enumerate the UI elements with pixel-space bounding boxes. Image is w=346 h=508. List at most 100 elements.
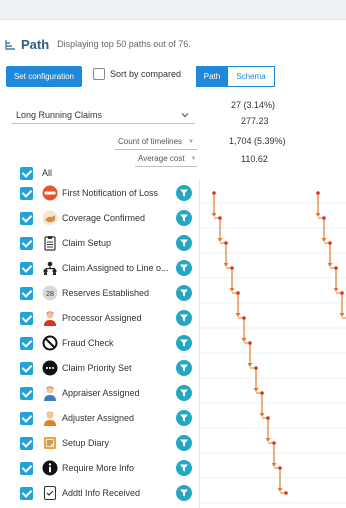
fnol-icon [42, 185, 58, 201]
step-checkbox[interactable] [20, 386, 33, 400]
step-checkbox[interactable] [20, 411, 33, 425]
step-label-all: All [42, 168, 53, 178]
caret-down-icon: ▼ [190, 155, 197, 162]
no-entry-icon [42, 335, 58, 351]
count-of-timelines-value: 1,704 (5.39%) [229, 136, 286, 146]
step-row-reserves-established[interactable]: 28 Reserves Established [20, 284, 149, 302]
filter-funnel-icon[interactable] [176, 410, 192, 426]
path-header: Path Displaying top 50 paths out of 76. [4, 33, 191, 55]
path-node[interactable] [328, 241, 332, 245]
tab-schema[interactable]: Schema [228, 66, 275, 87]
path-node[interactable] [278, 466, 282, 470]
path-arrowhead [247, 363, 253, 367]
filter-funnel-icon[interactable] [176, 260, 192, 276]
filter-funnel-icon[interactable] [176, 385, 192, 401]
path-node[interactable] [266, 416, 270, 420]
step-row-claim-priority-set[interactable]: Claim Priority Set [20, 359, 132, 377]
average-cost-label: Average cost [138, 154, 185, 163]
step-label: Require More Info [62, 463, 135, 473]
filter-funnel-icon[interactable] [176, 335, 192, 351]
step-row-fraud-check[interactable]: Fraud Check [20, 334, 114, 352]
filter-funnel-icon[interactable] [176, 235, 192, 251]
step-row-appraiser-assigned[interactable]: Appraiser Assigned [20, 384, 140, 402]
step-label: Setup Diary [62, 438, 110, 448]
person-red-icon [42, 310, 58, 326]
path-node[interactable] [212, 191, 216, 195]
select-all-checkbox[interactable] [20, 166, 33, 180]
path-node[interactable] [340, 291, 344, 295]
step-row-adjuster-assigned[interactable]: Adjuster Assigned [20, 409, 134, 427]
step-checkbox[interactable] [20, 211, 33, 225]
step-row-first-notification[interactable]: First Notification of Loss [20, 184, 158, 202]
priority-dots-icon [42, 360, 58, 376]
path-node[interactable] [236, 291, 240, 295]
page-subtitle: Displaying top 50 paths out of 76. [57, 39, 191, 49]
step-checkbox[interactable] [20, 461, 33, 475]
step-label: Appraiser Assigned [62, 388, 140, 398]
step-row-processor-assigned[interactable]: Processor Assigned [20, 309, 142, 327]
step-row-claim-assigned[interactable]: Claim Assigned to Line o... [20, 259, 169, 277]
path-node[interactable] [230, 266, 234, 270]
step-checkbox[interactable] [20, 236, 33, 250]
step-checkbox[interactable] [20, 336, 33, 350]
path-node[interactable] [218, 216, 222, 220]
step-checkbox[interactable] [20, 311, 33, 325]
filter-funnel-icon[interactable] [176, 460, 192, 476]
step-checkbox[interactable] [20, 361, 33, 375]
path-node[interactable] [322, 216, 326, 220]
page-title: Path [21, 36, 50, 52]
path-node[interactable] [248, 341, 252, 345]
filter-funnel-icon[interactable] [176, 485, 192, 501]
path-node[interactable] [272, 441, 276, 445]
step-checkbox[interactable] [20, 486, 33, 500]
filter-funnel-icon[interactable] [176, 185, 192, 201]
step-row-claim-setup[interactable]: Claim Setup [20, 234, 111, 252]
path-node[interactable] [254, 366, 258, 370]
filter-funnel-icon[interactable] [176, 310, 192, 326]
filter-funnel-icon[interactable] [176, 285, 192, 301]
sort-by-compared-toggle[interactable]: Sort by compared [93, 68, 181, 80]
path-arrowhead [271, 463, 277, 467]
count-of-timelines-selector[interactable]: Count of timelines ▼ [118, 137, 194, 146]
average-cost-selector[interactable]: Average cost ▼ [138, 154, 197, 163]
step-label: Reserves Established [62, 288, 150, 298]
filter-funnel-icon[interactable] [176, 435, 192, 451]
reserves-badge-icon: 28 [42, 285, 58, 301]
info-icon [42, 460, 58, 476]
step-row-setup-diary[interactable]: Setup Diary [20, 434, 109, 452]
step-row-all[interactable]: All [20, 164, 52, 182]
path-arrowhead [211, 213, 217, 217]
sort-checkbox[interactable] [93, 68, 105, 80]
set-configuration-button[interactable]: Set configuration [6, 66, 82, 87]
step-checkbox[interactable] [20, 186, 33, 200]
path-arrowhead [315, 213, 321, 217]
filter-funnel-icon[interactable] [176, 360, 192, 376]
chevron-down-icon [181, 112, 189, 117]
step-row-coverage-confirmed[interactable]: Coverage Confirmed [20, 209, 145, 227]
step-checkbox[interactable] [20, 436, 33, 450]
top-count-value: 27 (3.14%) [231, 100, 276, 110]
path-arrowhead [217, 238, 223, 242]
path-node[interactable] [260, 391, 264, 395]
path-arrowhead [339, 313, 345, 317]
tab-path[interactable]: Path [196, 66, 228, 87]
path-icon [5, 39, 15, 50]
step-label: First Notification of Loss [62, 188, 159, 198]
step-row-addtl-info-received[interactable]: Addtl Info Received [20, 484, 140, 502]
path-node[interactable] [284, 491, 288, 495]
path-arrowhead [253, 388, 259, 392]
top-cost-value: 277.23 [241, 116, 269, 126]
path-arrowhead [321, 238, 327, 242]
path-node[interactable] [334, 266, 338, 270]
path-arrowhead [327, 263, 333, 267]
step-checkbox[interactable] [20, 286, 33, 300]
org-chart-icon [42, 260, 58, 276]
step-checkbox[interactable] [20, 261, 33, 275]
step-row-require-more-info[interactable]: Require More Info [20, 459, 134, 477]
filter-funnel-icon[interactable] [176, 210, 192, 226]
path-node[interactable] [242, 316, 246, 320]
path-node[interactable] [224, 241, 228, 245]
path-node[interactable] [316, 191, 320, 195]
claim-type-select[interactable]: Long Running Claims [12, 106, 195, 124]
path-arrowhead [259, 413, 265, 417]
